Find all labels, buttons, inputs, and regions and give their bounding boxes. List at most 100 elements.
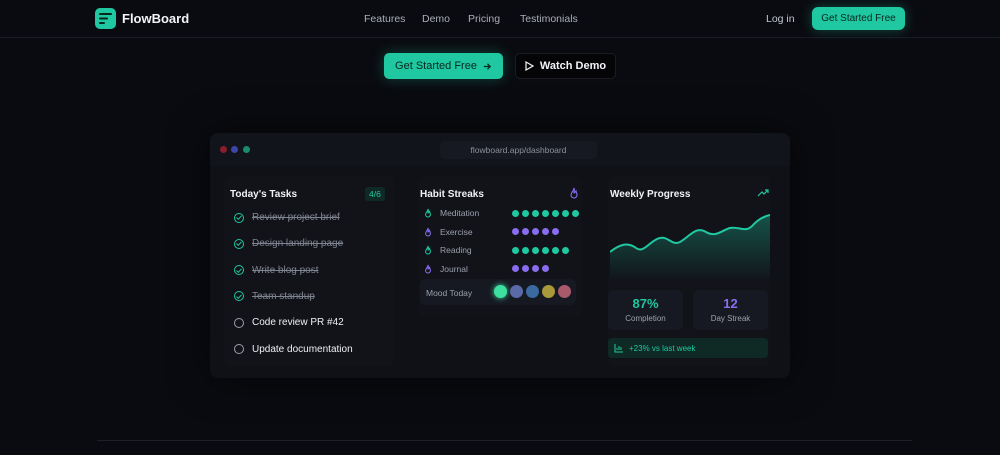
task-item[interactable]: Write blog post [234,265,319,276]
streak-dots [512,209,579,217]
flame-icon [425,227,431,237]
mood-option[interactable] [510,285,523,298]
nav-links: Features Demo Pricing Testimonials [364,13,578,25]
flame-icon [425,208,431,218]
streak-dot [512,228,519,235]
hero-get-started-button[interactable]: Get Started Free [384,53,503,79]
mood-label: Mood Today [426,288,473,298]
check-circle-icon[interactable] [234,291,244,302]
nav-link-pricing[interactable]: Pricing [468,13,520,25]
tasks-title: Today's Tasks [230,189,298,200]
completion-value: 87% [632,296,659,311]
nav-get-started-button[interactable]: Get Started Free [812,7,905,30]
window-close-dot [220,146,227,153]
completion-label: Completion [625,314,666,323]
dashboard-preview-window: flowboard.app/dashboard Today's Tasks 4/… [210,133,790,378]
task-item[interactable]: Team standup [234,291,315,302]
streak-dot [512,209,519,217]
streak-dot [532,209,539,217]
task-label: Review project brief [252,212,340,223]
weekly-progress-panel: Weekly Progress 87% Completion 12 Day St… [608,176,770,366]
trend-banner: +23% vs last week [608,338,768,358]
hero-get-started-label: Get Started Free [395,60,477,72]
habit-streaks-panel: Habit Streaks Meditation Exercise Reading J… [418,176,582,316]
streak-dots [512,228,559,235]
brand-name: FlowBoard [122,11,190,26]
streak-dot [542,265,549,272]
login-link[interactable]: Log in [766,13,795,25]
mood-option[interactable] [494,285,507,298]
empty-circle-icon[interactable] [234,317,244,328]
play-icon [525,61,534,71]
streak-dot [572,209,579,217]
flowboard-logo-icon [95,8,116,29]
top-navbar: FlowBoard Features Demo Pricing Testimon… [0,0,1000,38]
watch-demo-button[interactable]: Watch Demo [515,53,616,79]
day-streak-stat: 12 Day Streak [693,290,768,330]
task-label: Team standup [252,290,315,302]
streak-label: Day Streak [710,314,751,323]
trending-up-icon [757,189,769,197]
streak-dot [562,209,569,217]
task-label: Code review PR #42 [252,317,344,329]
nav-link-demo[interactable]: Demo [422,13,468,25]
trend-text: +23% vs last week [629,343,696,353]
habit-name: Journal [440,263,468,274]
streak-dot [552,228,559,235]
streak-dot [542,209,549,217]
mood-option[interactable] [526,285,539,298]
brand-logo[interactable]: FlowBoard [95,8,189,29]
habit-row: Journal [424,264,549,274]
habit-name: Reading [440,245,472,255]
streak-dot [552,209,559,217]
task-item[interactable]: Update documentation [234,344,353,355]
streak-dot [542,228,549,235]
habit-row: Meditation [424,208,579,218]
streak-dot [552,246,559,254]
check-circle-icon[interactable] [234,238,244,249]
flame-icon [425,264,431,274]
streak-dot [522,209,529,217]
habit-row: Reading [424,245,569,255]
streak-dot [512,265,519,272]
nav-link-features[interactable]: Features [364,13,422,25]
check-circle-icon[interactable] [234,265,244,276]
streak-dot [542,246,549,254]
nav-link-testimonials[interactable]: Testimonials [520,13,578,25]
task-item[interactable]: Review project brief [234,212,340,223]
task-label: Update documentation [252,343,353,355]
habit-name: Exercise [440,226,473,237]
streak-dots [512,246,569,254]
streak-dot [522,265,529,272]
empty-circle-icon[interactable] [234,344,244,354]
mood-option[interactable] [558,285,571,298]
streak-dots [512,265,549,272]
flame-icon [425,245,431,255]
streak-value: 12 [723,296,738,311]
section-divider [97,440,912,441]
task-item[interactable]: Code review PR #42 [234,317,344,328]
streak-dot [532,265,539,272]
task-label: Design landing page [252,238,344,250]
arrow-right-icon [483,62,492,70]
window-titlebar: flowboard.app/dashboard [210,133,790,166]
mood-today-row: Mood Today [420,279,576,305]
watch-demo-label: Watch Demo [539,60,607,72]
task-item[interactable]: Design landing page [234,238,343,249]
window-maximize-dot [243,146,250,153]
streak-dot [532,228,539,235]
streak-dot [512,246,519,254]
streak-dot [532,246,539,254]
streak-dot [522,246,529,254]
tasks-progress-badge: 4/6 [365,187,385,201]
habit-row: Exercise [424,227,559,237]
habit-name: Meditation [440,208,480,218]
habits-title: Habit Streaks [420,189,484,200]
weekly-progress-area-chart [610,214,770,282]
mood-option[interactable] [542,285,555,298]
window-minimize-dot [231,146,238,153]
completion-stat: 87% Completion [608,290,683,330]
flame-icon [570,187,578,199]
check-circle-icon[interactable] [234,212,244,223]
task-label: Write blog post [252,264,319,276]
